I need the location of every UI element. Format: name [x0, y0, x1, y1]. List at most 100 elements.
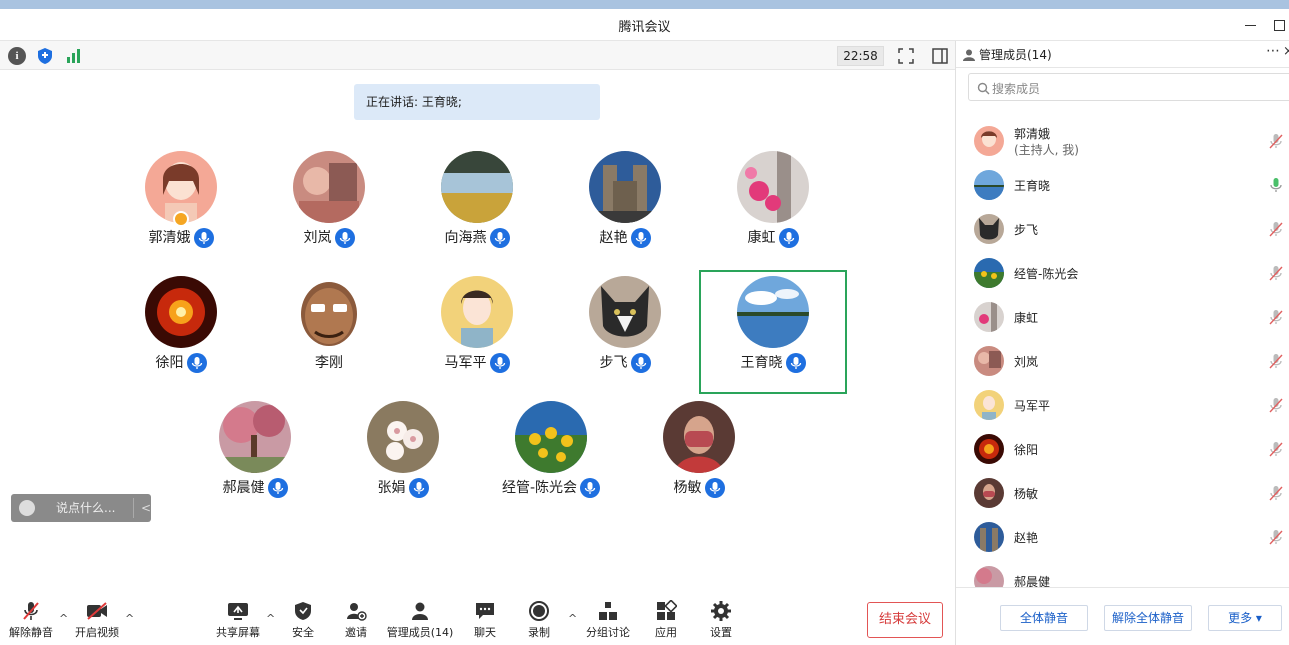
- participant-name: 徐阳: [155, 355, 184, 371]
- avatar: [589, 276, 661, 348]
- mic-muted-icon[interactable]: [1269, 529, 1283, 549]
- participant-tile[interactable]: 步飞: [551, 270, 699, 394]
- mic-muted-icon[interactable]: [1269, 265, 1283, 285]
- participant-name: 经管-陈光会: [501, 480, 578, 496]
- invite-label: 邀请: [345, 626, 367, 639]
- fullscreen-icon[interactable]: [897, 47, 915, 65]
- member-row[interactable]: 王育晓: [956, 163, 1289, 207]
- apps-button[interactable]: 应用: [652, 600, 680, 644]
- chat-quick-input[interactable]: 说点什么... <: [11, 494, 151, 522]
- avatar: [663, 401, 735, 473]
- chevron-up-icon[interactable]: ^: [568, 612, 578, 625]
- unmute-all-button[interactable]: 解除全体静音: [1104, 605, 1192, 631]
- more-options-icon[interactable]: ⋯: [1266, 43, 1281, 59]
- unmute-button[interactable]: 解除静音: [8, 600, 54, 644]
- member-name: 经管-陈光会: [1014, 267, 1079, 281]
- mic-muted-icon[interactable]: [1269, 353, 1283, 373]
- signal-icon[interactable]: [64, 47, 82, 65]
- participant-tile[interactable]: 向海燕: [403, 145, 551, 269]
- participant-name: 向海燕: [444, 230, 487, 246]
- bottom-controls: 解除静音 ^ 开启视频 ^ 共享屏幕 ^ 安全 邀请 管理成员(14) 聊天 录…: [0, 590, 955, 645]
- participant-tile[interactable]: 赵艳: [551, 145, 699, 269]
- record-label: 录制: [528, 626, 550, 639]
- member-row[interactable]: 经管-陈光会: [956, 251, 1289, 295]
- unmute-label: 解除静音: [9, 626, 53, 639]
- gear-icon: [711, 601, 731, 621]
- collapse-chevron-icon[interactable]: <: [141, 494, 151, 522]
- participant-tile-active[interactable]: 王育晓: [699, 270, 847, 394]
- breakout-rooms-button[interactable]: 分组讨论: [584, 600, 632, 644]
- member-row[interactable]: 郭清娥 (主持人, 我): [956, 119, 1289, 163]
- more-button[interactable]: 更多 ▾: [1208, 605, 1282, 631]
- security-button[interactable]: 安全: [286, 600, 320, 644]
- participant-name: 马军平: [444, 355, 487, 371]
- mic-on-icon[interactable]: [1269, 177, 1283, 197]
- participant-tile[interactable]: 刘岚: [255, 145, 403, 269]
- member-name: 康虹: [1014, 311, 1039, 325]
- settings-label: 设置: [710, 626, 732, 639]
- share-label: 共享屏幕: [216, 626, 260, 639]
- member-row[interactable]: 杨敏: [956, 471, 1289, 515]
- chat-button[interactable]: 聊天: [470, 600, 500, 644]
- chevron-up-icon[interactable]: ^: [125, 612, 135, 625]
- chevron-up-icon[interactable]: ^: [266, 612, 276, 625]
- member-row[interactable]: 马军平: [956, 383, 1289, 427]
- avatar: [145, 276, 217, 348]
- avatar: [589, 151, 661, 223]
- chevron-up-icon[interactable]: ^: [59, 612, 69, 625]
- participant-tile[interactable]: 马军平: [403, 270, 551, 394]
- settings-button[interactable]: 设置: [706, 600, 736, 644]
- participant-tile[interactable]: 康虹: [699, 145, 847, 269]
- mic-muted-icon[interactable]: [1269, 441, 1283, 461]
- manage-members-button[interactable]: 管理成员(14): [385, 600, 455, 644]
- participant-tile[interactable]: 张娟: [329, 395, 477, 519]
- search-placeholder: 搜索成员: [992, 82, 1041, 96]
- info-icon[interactable]: i: [8, 47, 26, 65]
- camera-off-icon: [87, 602, 107, 620]
- member-name: 步飞: [1014, 223, 1039, 237]
- minimize-icon[interactable]: [1243, 17, 1259, 33]
- member-row[interactable]: 徐阳: [956, 427, 1289, 471]
- shield-icon[interactable]: [36, 47, 54, 65]
- start-video-button[interactable]: 开启视频: [74, 600, 120, 644]
- maximize-icon[interactable]: [1272, 17, 1288, 33]
- participant-tile[interactable]: 李刚: [255, 270, 403, 394]
- close-icon[interactable]: ×: [1283, 44, 1289, 59]
- mic-muted-icon[interactable]: [1269, 485, 1283, 505]
- member-row[interactable]: 郝晨健: [956, 559, 1289, 587]
- participant-tile[interactable]: 郝晨健: [181, 395, 329, 519]
- mic-icon: [785, 353, 806, 373]
- record-button[interactable]: 录制: [524, 600, 554, 644]
- participant-tile[interactable]: 郭清娥: [107, 145, 255, 269]
- participant-tile[interactable]: 经管-陈光会: [477, 395, 625, 519]
- chat-placeholder: 说点什么...: [56, 501, 116, 515]
- record-icon: [529, 601, 549, 621]
- mic-muted-icon[interactable]: [1269, 133, 1283, 153]
- member-search-input[interactable]: 搜索成员: [968, 73, 1289, 101]
- invite-button[interactable]: 邀请: [340, 600, 372, 644]
- panel-toggle-icon[interactable]: [931, 47, 949, 65]
- end-meeting-button[interactable]: 结束会议: [867, 602, 943, 638]
- mute-all-button[interactable]: 全体静音: [1000, 605, 1088, 631]
- member-name: 杨敏: [1014, 487, 1039, 501]
- member-row[interactable]: 刘岚: [956, 339, 1289, 383]
- mic-muted-icon[interactable]: [1269, 397, 1283, 417]
- mic-muted-icon[interactable]: [1269, 221, 1283, 241]
- participant-tile[interactable]: 徐阳: [107, 270, 255, 394]
- member-row[interactable]: 步飞: [956, 207, 1289, 251]
- mic-icon: [267, 478, 288, 498]
- emoji-icon[interactable]: [19, 500, 35, 516]
- meeting-clock: 22:58: [837, 46, 884, 66]
- participant-tile[interactable]: 杨敏: [625, 395, 773, 519]
- avatar: [515, 401, 587, 473]
- share-screen-button[interactable]: 共享屏幕: [214, 600, 262, 644]
- participant-name: 杨敏: [673, 480, 702, 496]
- mic-muted-icon[interactable]: [1269, 309, 1283, 329]
- members-panel-title: 管理成员(14): [979, 48, 1052, 62]
- member-row[interactable]: 赵艳: [956, 515, 1289, 559]
- mic-icon: [193, 228, 214, 248]
- member-row[interactable]: 康虹: [956, 295, 1289, 339]
- avatar: [974, 390, 1004, 420]
- avatar: [974, 566, 1004, 587]
- chat-bubble-icon: [476, 603, 494, 619]
